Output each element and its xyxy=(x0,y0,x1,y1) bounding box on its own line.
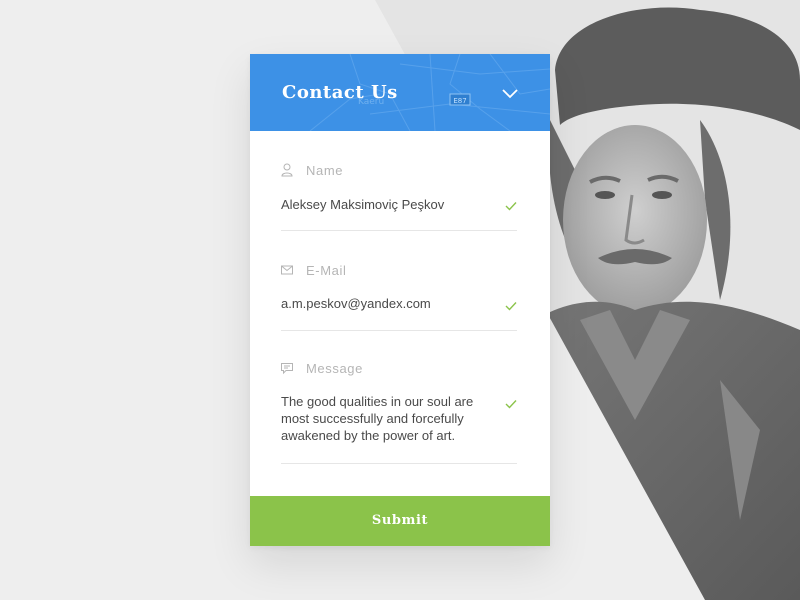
name-label: Name xyxy=(306,163,344,178)
contact-card: E87 Kaeru Contact Us Name Aleksey Maksim… xyxy=(250,54,550,546)
email-value[interactable]: a.m.peskov@yandex.com xyxy=(281,295,496,312)
person-icon xyxy=(281,163,293,177)
message-label-row: Message xyxy=(281,361,517,377)
name-label-row: Name xyxy=(281,163,517,179)
submit-button[interactable]: Submit xyxy=(250,496,550,546)
check-icon xyxy=(505,202,517,211)
email-field[interactable]: E-Mail a.m.peskov@yandex.com xyxy=(281,263,517,332)
card-title: Contact Us xyxy=(282,82,398,103)
message-value[interactable]: The good qualities in our soul are most … xyxy=(281,393,496,444)
check-icon xyxy=(505,400,517,409)
message-icon xyxy=(281,363,293,375)
mail-icon xyxy=(281,265,293,275)
check-icon xyxy=(505,302,517,311)
email-label: E-Mail xyxy=(306,263,347,278)
name-field[interactable]: Name Aleksey Maksimoviç Peşkov xyxy=(281,163,517,232)
message-label: Message xyxy=(306,361,363,376)
email-underline xyxy=(281,330,517,331)
map-badge-text: E87 xyxy=(453,97,466,105)
page: E87 Kaeru Contact Us Name Aleksey Maksim… xyxy=(0,0,800,600)
name-underline xyxy=(281,230,517,231)
message-field[interactable]: Message The good qualities in our soul a… xyxy=(281,361,517,465)
email-label-row: E-Mail xyxy=(281,263,517,279)
name-value[interactable]: Aleksey Maksimoviç Peşkov xyxy=(281,196,496,213)
card-header: E87 Kaeru Contact Us xyxy=(250,54,550,131)
message-underline xyxy=(281,463,517,464)
chevron-down-icon[interactable] xyxy=(500,86,520,100)
